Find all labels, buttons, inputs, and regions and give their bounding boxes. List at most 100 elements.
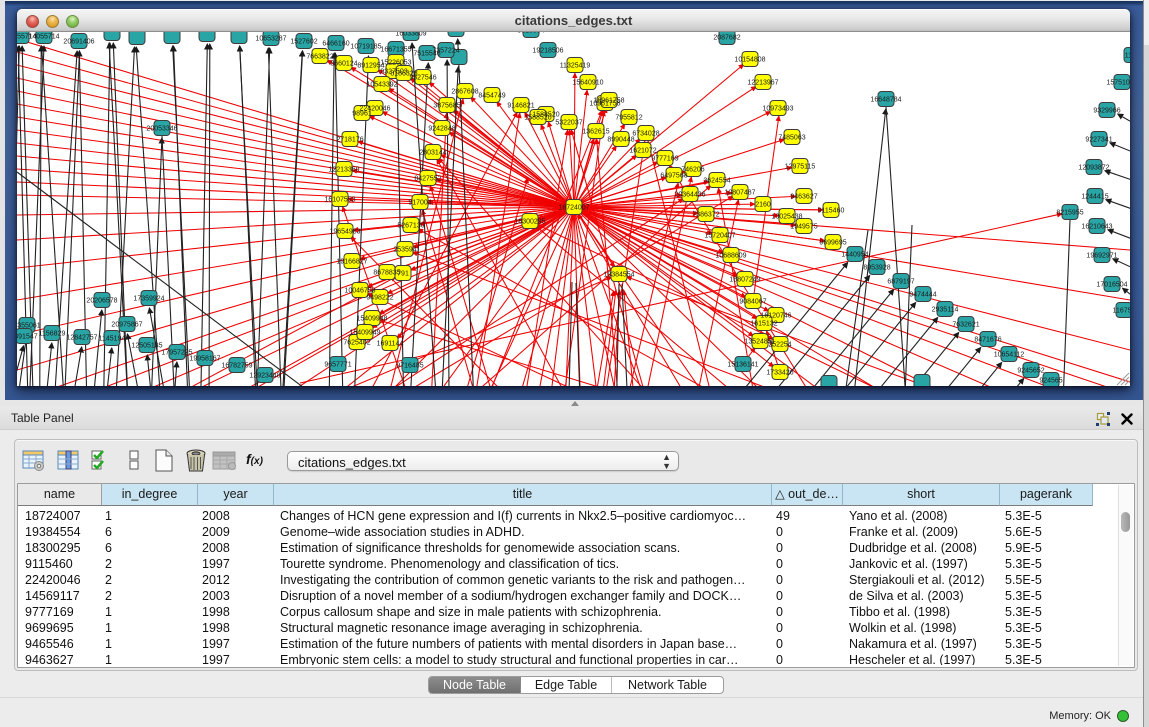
svg-text:9115460: 9115460 [818, 208, 845, 215]
svg-text:20364436: 20364436 [674, 192, 705, 199]
svg-text:3875685: 3875685 [433, 103, 460, 110]
svg-text:16648784: 16648784 [870, 97, 901, 104]
svg-text:7955812: 7955812 [615, 115, 642, 122]
svg-text:10653287: 10653287 [255, 36, 286, 43]
svg-text:2803144: 2803144 [419, 150, 446, 157]
svg-text:2087682: 2087682 [713, 35, 740, 42]
svg-text:17016504: 17016504 [1096, 282, 1127, 289]
svg-text:1949575: 1949575 [790, 224, 817, 231]
svg-text:8813054: 8813054 [517, 32, 544, 35]
svg-text:19218506: 19218506 [532, 48, 563, 55]
svg-text:1145194: 1145194 [99, 336, 126, 343]
svg-text:9084067: 9084067 [739, 299, 766, 306]
svg-text:6466160: 6466160 [322, 41, 349, 48]
svg-text:924565: 924565 [1039, 378, 1062, 385]
svg-text:15409948: 15409948 [356, 316, 387, 323]
svg-text:8427552: 8427552 [414, 176, 441, 183]
svg-text:12093872: 12093872 [1078, 165, 1109, 172]
svg-text:10154808: 10154808 [734, 57, 765, 64]
svg-text:16671355: 16671355 [380, 47, 411, 54]
svg-text:2718176: 2718176 [336, 137, 363, 144]
svg-text:18300295: 18300295 [514, 219, 545, 226]
svg-text:98961: 98961 [352, 111, 372, 118]
svg-text:19958167: 19958167 [189, 356, 220, 363]
svg-text:20206578: 20206578 [86, 298, 117, 305]
svg-text:8678835: 8678835 [373, 270, 400, 277]
svg-text:1527602: 1527602 [290, 39, 317, 46]
svg-text:18807249: 18807249 [729, 277, 760, 284]
svg-text:15751074: 15751074 [1106, 80, 1130, 87]
svg-text:19166827: 19166827 [336, 259, 367, 266]
svg-text:8391547: 8391547 [17, 334, 38, 341]
svg-text:1440954: 1440954 [841, 252, 868, 259]
svg-text:6734028: 6734028 [632, 131, 659, 138]
svg-text:3624554: 3624554 [703, 178, 730, 185]
svg-text:16961758: 16961758 [593, 98, 624, 105]
svg-text:9474444: 9474444 [909, 292, 936, 299]
svg-text:9716485: 9716485 [396, 363, 423, 370]
svg-text:17957225: 17957225 [161, 350, 192, 357]
svg-text:15226053: 15226053 [380, 60, 411, 67]
svg-text:7485063: 7485063 [778, 135, 805, 142]
svg-text:16782759: 16782759 [221, 363, 252, 370]
svg-text:9498222: 9498222 [366, 295, 393, 302]
svg-text:7386372: 7386372 [692, 212, 719, 219]
svg-text:9777169: 9777169 [651, 156, 678, 163]
svg-text:20053346: 20053346 [146, 126, 177, 133]
svg-text:252254: 252254 [768, 342, 791, 349]
svg-text:10654112: 10654112 [994, 352, 1025, 359]
svg-text:1362615: 1362615 [582, 129, 609, 136]
svg-text:8215955: 8215955 [1056, 210, 1083, 217]
svg-text:9463627: 9463627 [790, 194, 817, 201]
svg-text:16210643: 16210643 [1081, 224, 1112, 231]
svg-text:1156829: 1156829 [39, 331, 66, 338]
svg-text:12923448: 12923448 [249, 373, 280, 380]
svg-text:1588520: 1588520 [524, 115, 551, 122]
svg-text:18724007: 18724007 [558, 205, 589, 212]
svg-text:10807487: 10807487 [724, 190, 755, 197]
svg-text:10046758: 10046758 [344, 288, 375, 295]
svg-text:11325419: 11325419 [560, 63, 591, 70]
svg-text:12975115: 12975115 [785, 164, 816, 171]
svg-text:12505135: 12505135 [131, 343, 162, 350]
svg-text:5322037: 5322037 [555, 120, 582, 127]
svg-text:16033809: 16033809 [395, 32, 426, 38]
svg-text:8990448: 8990448 [607, 137, 634, 144]
svg-text:9657771: 9657771 [324, 362, 351, 369]
svg-text:12213369: 12213369 [328, 167, 359, 174]
svg-text:8660124: 8660124 [330, 61, 357, 68]
svg-text:19384554: 19384554 [603, 272, 634, 279]
svg-text:10025438: 10025438 [771, 214, 802, 221]
svg-text:17359924: 17359924 [133, 296, 164, 303]
svg-text:14055714: 14055714 [28, 34, 59, 41]
svg-text:19692971: 19692971 [1086, 253, 1117, 260]
svg-text:16120746: 16120746 [760, 313, 791, 320]
svg-text:1117: 1117 [1125, 53, 1130, 60]
svg-text:1244415: 1244415 [1081, 194, 1108, 201]
svg-text:1621072: 1621072 [629, 148, 656, 155]
svg-text:9329966: 9329966 [1093, 108, 1120, 115]
svg-text:7632621: 7632621 [952, 322, 979, 329]
svg-text:10688609: 10688609 [715, 253, 746, 260]
svg-text:9245652: 9245652 [1017, 368, 1044, 375]
svg-text:20691406: 20691406 [63, 39, 94, 46]
svg-text:116753: 116753 [1113, 308, 1130, 315]
svg-text:9242848: 9242848 [428, 126, 455, 133]
svg-text:16107553: 16107553 [324, 197, 355, 204]
svg-text:253594: 253594 [393, 247, 416, 254]
svg-text:6497568: 6497568 [660, 173, 687, 180]
svg-text:1615132: 1615132 [750, 321, 777, 328]
svg-text:8454749: 8454749 [478, 93, 505, 100]
svg-text:2160: 2160 [755, 202, 771, 209]
svg-text:2935114: 2935114 [932, 307, 959, 314]
svg-text:12213967: 12213967 [747, 80, 778, 87]
svg-text:6355061: 6355061 [17, 323, 41, 330]
svg-text:7663822: 7663822 [306, 54, 333, 61]
svg-text:1733426: 1733426 [766, 370, 793, 377]
svg-text:7357224: 7357224 [432, 48, 459, 55]
svg-text:8953928: 8953928 [863, 265, 890, 272]
svg-text:10719185: 10719185 [350, 44, 381, 51]
svg-text:10543392: 10543392 [366, 82, 397, 89]
svg-text:2867608: 2867608 [451, 89, 478, 96]
svg-text:1691144: 1691144 [377, 341, 404, 348]
